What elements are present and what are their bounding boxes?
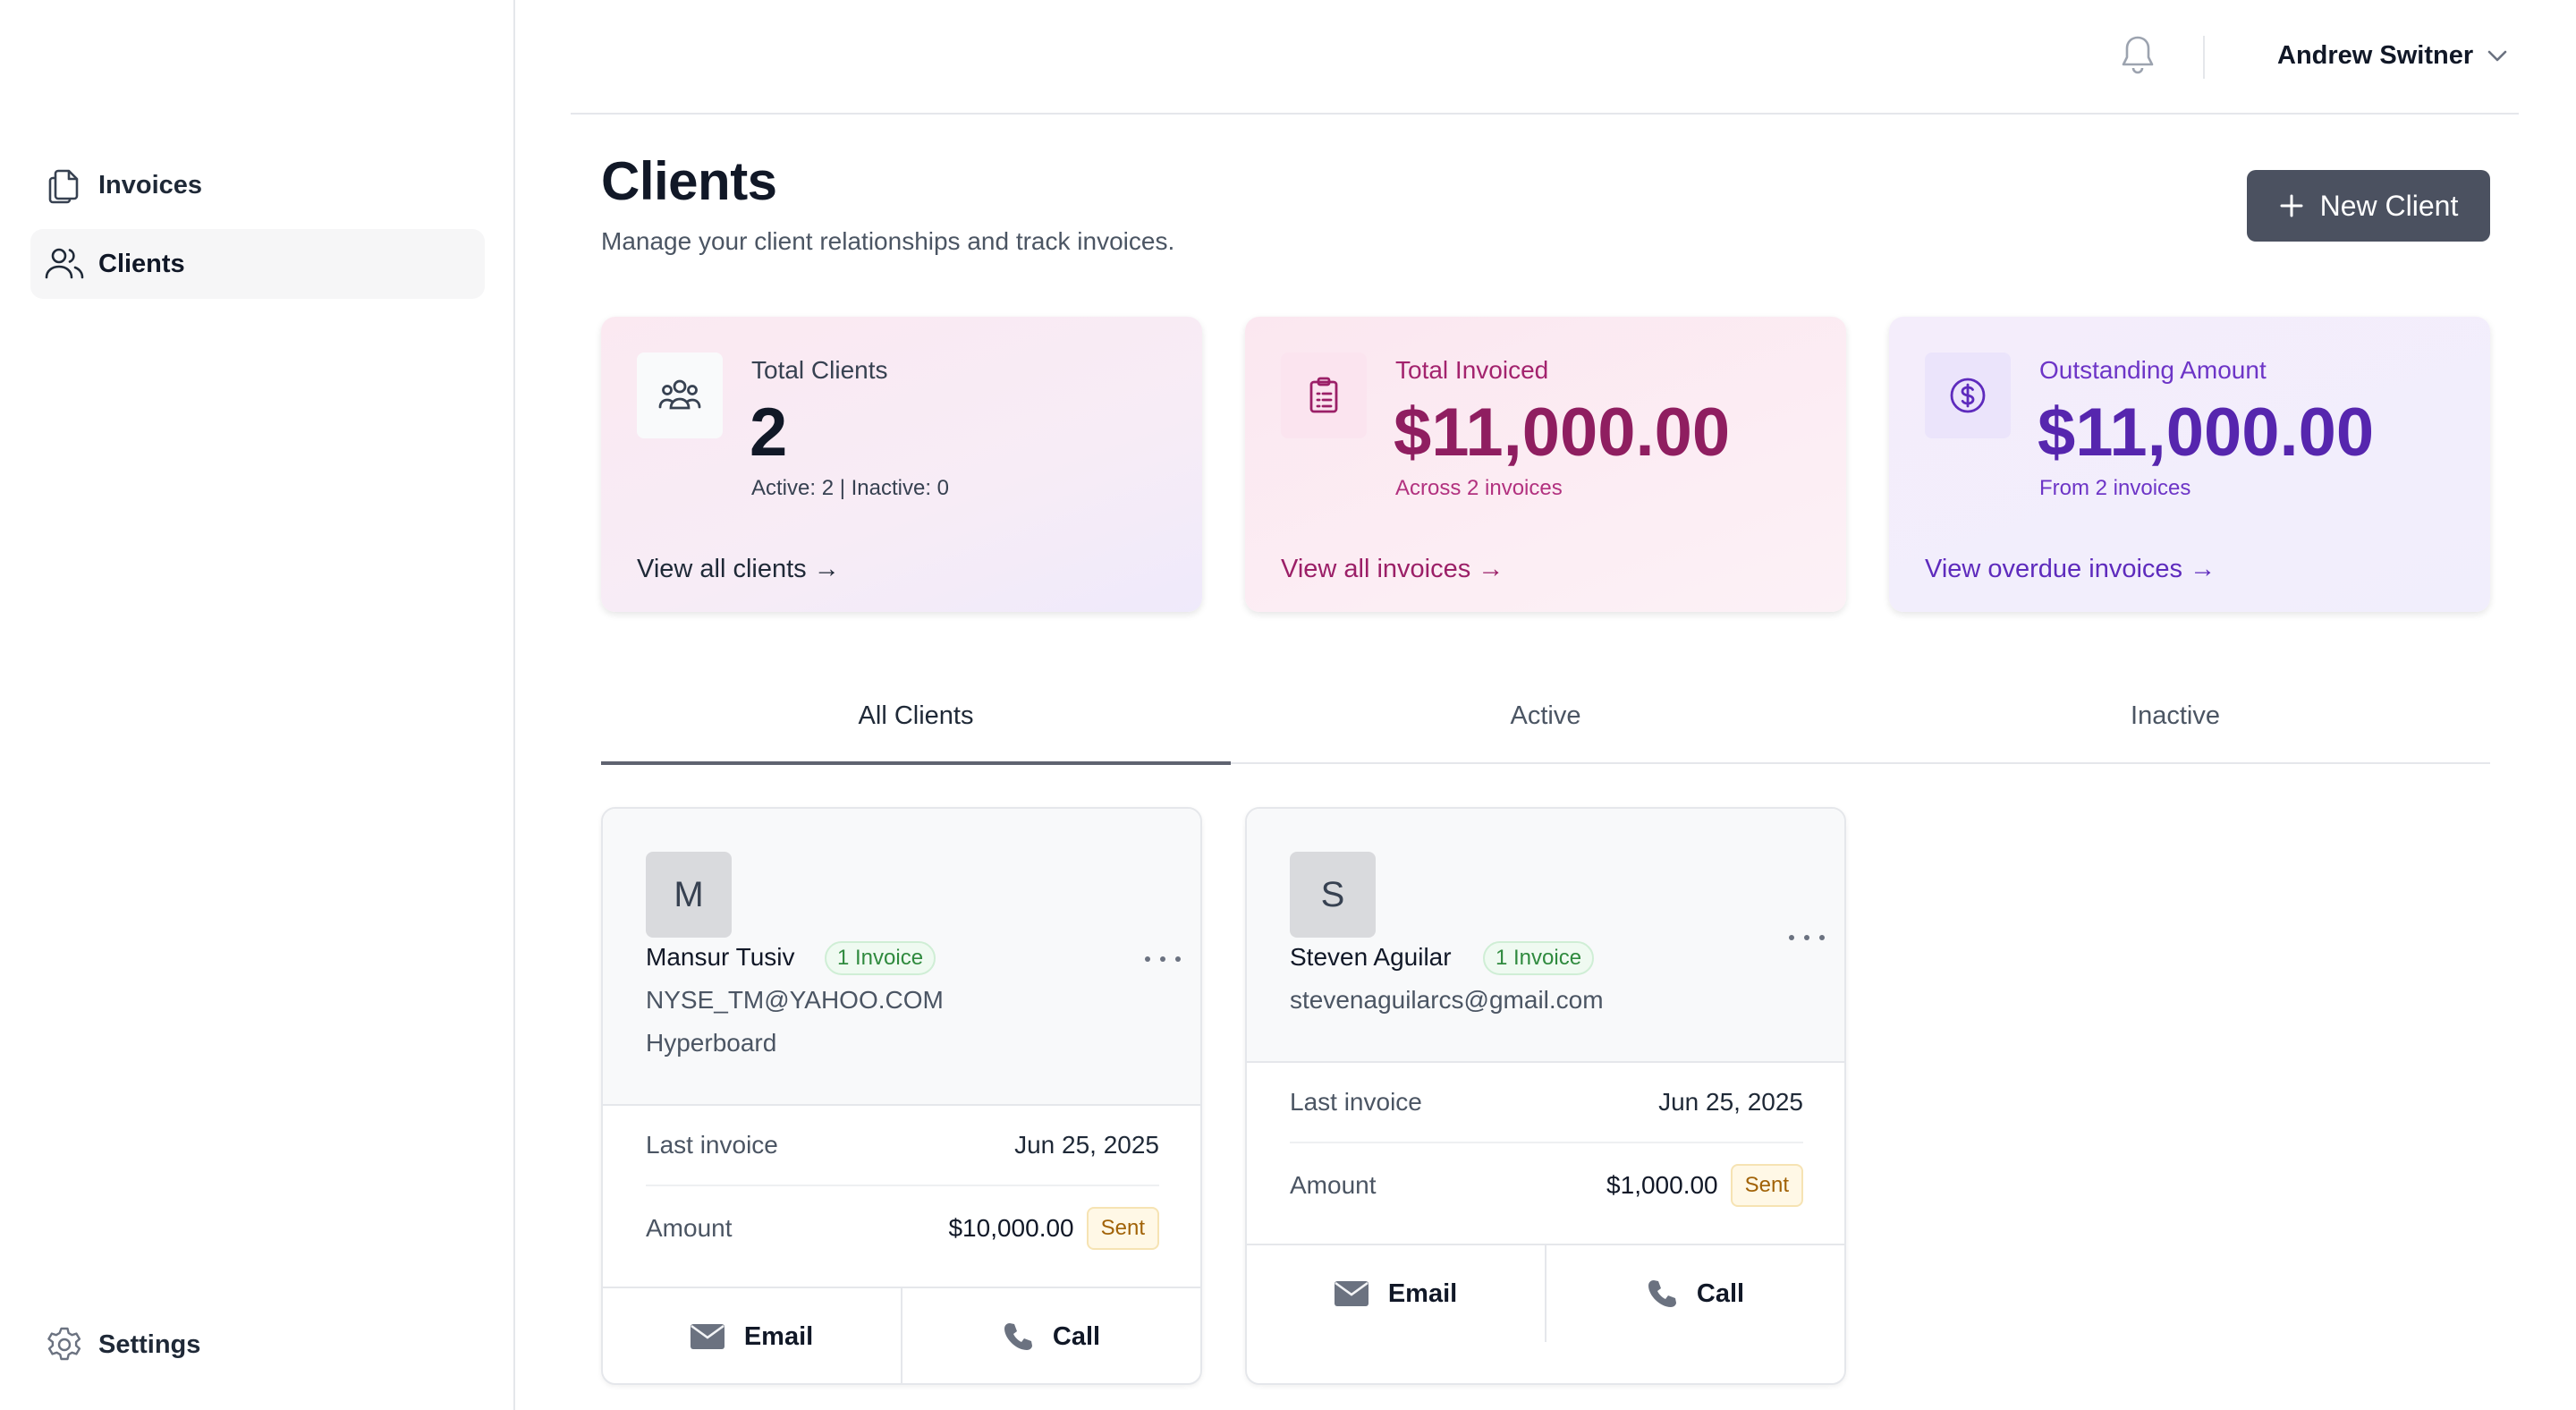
sidebar-item-label: Settings <box>98 1329 201 1359</box>
phone-icon <box>1648 1280 1676 1307</box>
stat-subtext: Across 2 invoices <box>1395 476 1563 500</box>
sidebar: Invoices Clients Settings <box>0 0 515 1410</box>
stat-title: Total Clients <box>751 356 888 384</box>
client-actions: Email Call <box>1247 1244 1844 1342</box>
email-button[interactable]: Email <box>603 1288 901 1383</box>
stat-card-total-clients: Total Clients 2 Active: 2 | Inactive: 0 … <box>601 317 1202 612</box>
header-divider <box>571 113 2519 115</box>
email-label: Email <box>1387 1278 1458 1308</box>
bell-icon[interactable] <box>2120 34 2156 77</box>
view-all-invoices-link[interactable]: View all invoices → <box>1281 555 1504 584</box>
amount-label: Amount <box>1290 1171 1377 1199</box>
sidebar-item-settings[interactable]: Settings <box>30 1310 485 1380</box>
stat-card-total-invoiced: Total Invoiced $11,000.00 Across 2 invoi… <box>1245 317 1846 612</box>
tab-active[interactable]: Active <box>1231 680 1860 762</box>
client-email: stevenaguilarcs@gmail.com <box>1290 986 1604 1014</box>
status-badge: Sent <box>1730 1164 1803 1207</box>
more-options-icon[interactable] <box>1145 950 1181 968</box>
amount-row: Amount $10,000.00 Sent <box>646 1188 1159 1269</box>
page-title: Clients <box>601 151 777 211</box>
client-name[interactable]: Mansur Tusiv <box>646 943 795 972</box>
email-button[interactable]: Email <box>1247 1245 1545 1342</box>
stat-value: $11,000.00 <box>1394 395 1731 471</box>
status-badge: Sent <box>1086 1207 1159 1250</box>
envelope-icon <box>690 1324 724 1349</box>
sidebar-item-clients[interactable]: Clients <box>30 229 485 299</box>
envelope-icon <box>1334 1281 1368 1306</box>
stat-value: $11,000.00 <box>2038 395 2375 471</box>
last-invoice-label: Last invoice <box>646 1131 778 1159</box>
last-invoice-row: Last invoice Jun 25, 2025 <box>646 1106 1159 1186</box>
avatar: M <box>646 852 732 938</box>
stat-subtext: Active: 2 | Inactive: 0 <box>751 476 950 500</box>
last-invoice-label: Last invoice <box>1290 1088 1422 1116</box>
stat-subtext: From 2 invoices <box>2039 476 2191 500</box>
page-subtitle: Manage your client relationships and tra… <box>601 227 1175 255</box>
client-email: NYSE_TM@YAHOO.COM <box>646 986 944 1014</box>
stat-title: Total Invoiced <box>1395 356 1549 384</box>
view-all-clients-link[interactable]: View all clients → <box>637 555 840 584</box>
invoice-count-badge: 1 Invoice <box>825 941 936 975</box>
plus-icon <box>2280 194 2303 217</box>
last-invoice-date: Jun 25, 2025 <box>1014 1131 1159 1159</box>
client-filter-tabs: All Clients Active Inactive <box>601 680 2490 765</box>
new-client-label: New Client <box>2319 189 2459 222</box>
phone-icon <box>1004 1323 1032 1350</box>
last-invoice-row: Last invoice Jun 25, 2025 <box>1290 1063 1803 1143</box>
stat-title: Outstanding Amount <box>2039 356 2267 384</box>
client-name[interactable]: Steven Aguilar <box>1290 943 1452 972</box>
client-card-header: S Steven Aguilar 1 Invoice stevenaguilar… <box>1247 809 1844 1063</box>
call-button[interactable]: Call <box>1545 1245 1844 1342</box>
client-card: M Mansur Tusiv 1 Invoice NYSE_TM@YAHOO.C… <box>601 807 1202 1385</box>
stat-card-outstanding-amount: Outstanding Amount $11,000.00 From 2 inv… <box>1889 317 2490 612</box>
last-invoice-date: Jun 25, 2025 <box>1658 1088 1803 1116</box>
amount-value: $1,000.00 <box>1606 1171 1718 1199</box>
invoice-count-badge: 1 Invoice <box>1483 941 1595 975</box>
more-options-icon[interactable] <box>1789 929 1825 947</box>
stat-value: 2 <box>750 395 788 471</box>
email-label: Email <box>743 1321 814 1351</box>
clipboard-icon <box>1281 352 1367 438</box>
sidebar-item-invoices[interactable]: Invoices <box>30 150 485 220</box>
client-card-header: M Mansur Tusiv 1 Invoice NYSE_TM@YAHOO.C… <box>603 809 1200 1106</box>
sidebar-item-label: Invoices <box>98 170 203 200</box>
amount-label: Amount <box>646 1214 733 1242</box>
tab-all-clients[interactable]: All Clients <box>601 680 1231 765</box>
view-overdue-invoices-link[interactable]: View overdue invoices → <box>1925 555 2216 584</box>
amount-value: $10,000.00 <box>948 1214 1074 1242</box>
call-label: Call <box>1052 1321 1101 1351</box>
avatar: S <box>1290 852 1376 938</box>
users-group-icon <box>637 352 723 438</box>
user-menu[interactable]: Andrew Switner <box>2277 41 2473 71</box>
amount-row: Amount $1,000.00 Sent <box>1290 1145 1803 1226</box>
client-card: S Steven Aguilar 1 Invoice stevenaguilar… <box>1245 807 1846 1385</box>
chevron-down-icon[interactable] <box>2487 48 2508 67</box>
divider <box>2203 36 2205 79</box>
client-company: Hyperboard <box>646 1029 777 1057</box>
call-label: Call <box>1696 1278 1745 1308</box>
call-button[interactable]: Call <box>901 1288 1200 1383</box>
client-actions: Email Call <box>603 1287 1200 1383</box>
new-client-button[interactable]: New Client <box>2247 170 2490 242</box>
tab-inactive[interactable]: Inactive <box>1860 680 2490 762</box>
documents-icon <box>30 150 98 220</box>
gear-icon <box>30 1310 98 1380</box>
users-icon <box>30 229 98 299</box>
dollar-circle-icon <box>1925 352 2011 438</box>
sidebar-item-label: Clients <box>98 249 185 278</box>
